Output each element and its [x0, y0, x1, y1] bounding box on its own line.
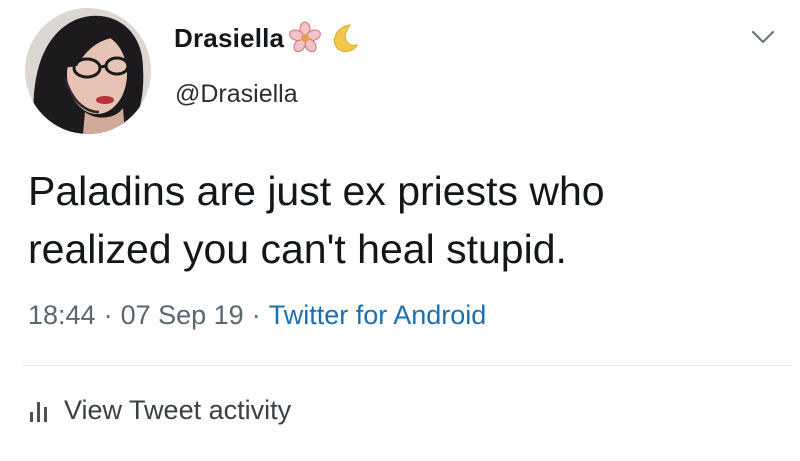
view-tweet-activity-label: View Tweet activity: [64, 395, 292, 425]
separator: ·: [103, 300, 113, 330]
view-tweet-activity-button[interactable]: View Tweet activity: [28, 395, 291, 426]
user-handle[interactable]: @Drasiella: [175, 80, 298, 109]
crescent-moon-icon: [326, 21, 360, 55]
tweet-card: Drasiella @Drasiella Paladins are just e…: [0, 0, 800, 461]
avatar-image: [25, 8, 151, 134]
separator: ·: [251, 300, 261, 330]
tweet-date[interactable]: 07 Sep 19: [121, 300, 244, 331]
chevron-down-icon[interactable]: [750, 28, 776, 46]
display-name[interactable]: Drasiella: [174, 23, 284, 54]
tweet-text: Paladins are just ex priests who realize…: [28, 168, 605, 272]
tweet-time[interactable]: 18:44: [28, 300, 96, 331]
bar-chart-icon: [28, 398, 50, 424]
divider: [22, 365, 792, 366]
flower-icon: [288, 21, 322, 55]
display-name-row[interactable]: Drasiella: [174, 18, 360, 58]
tweet-source-link[interactable]: Twitter for Android: [269, 300, 487, 331]
tweet-metadata: 18:44 · 07 Sep 19 · Twitter for Android: [28, 300, 486, 331]
avatar[interactable]: [25, 8, 151, 134]
